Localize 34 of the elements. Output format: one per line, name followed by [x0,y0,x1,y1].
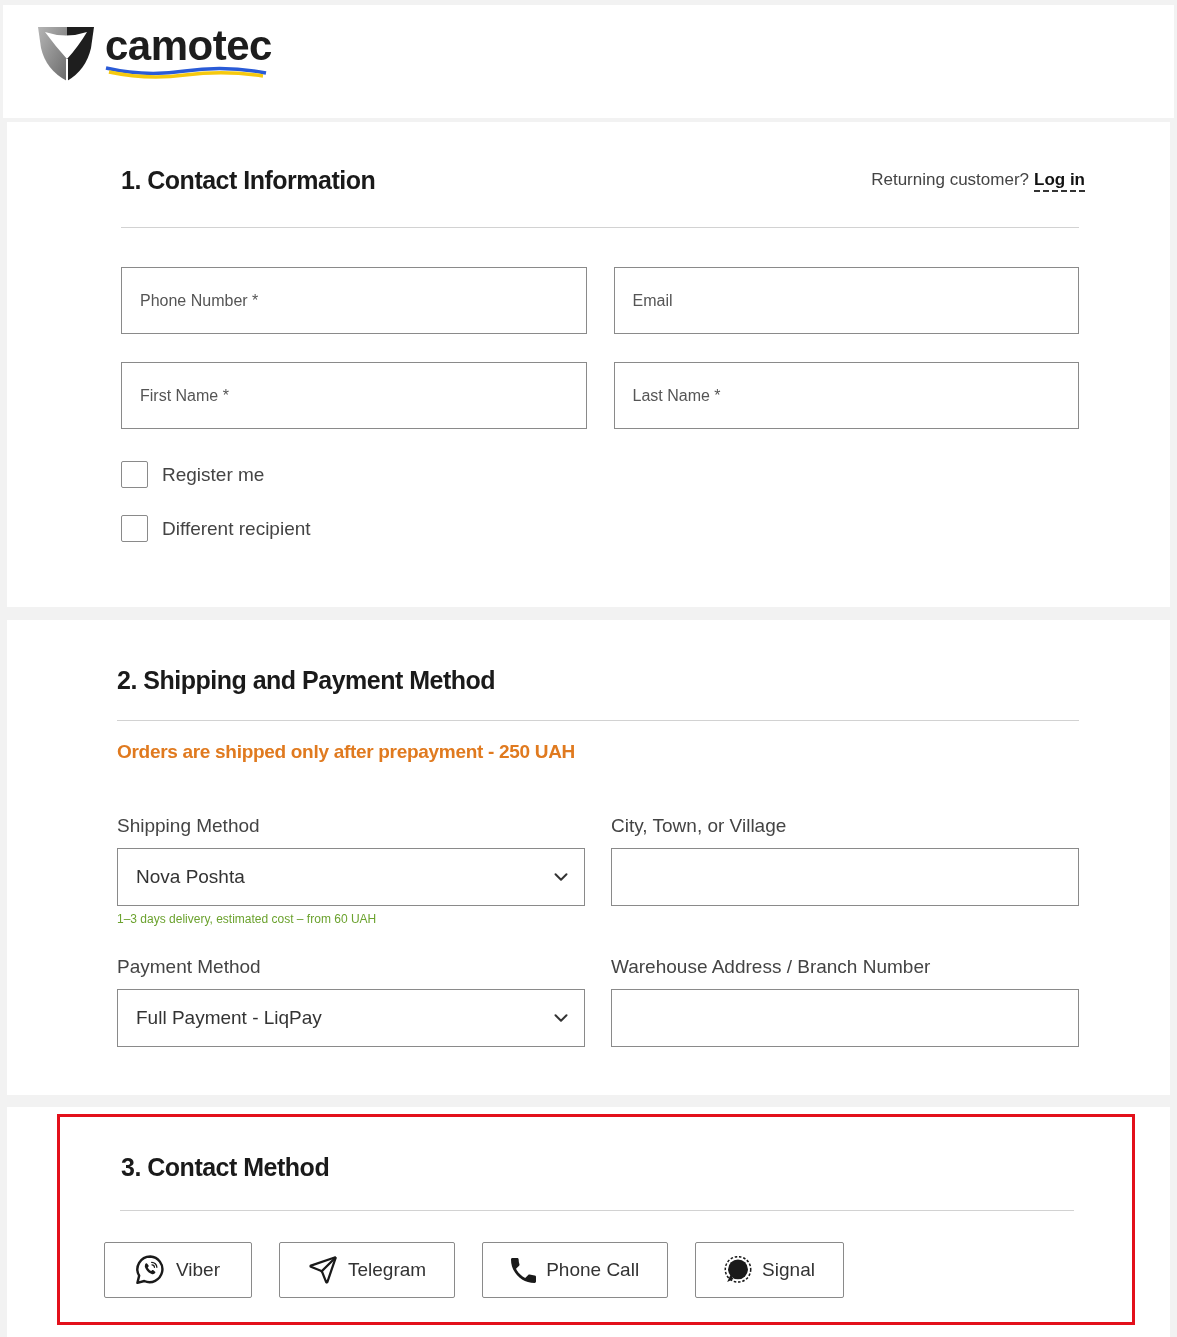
logo-text: camotec [105,27,272,65]
field-label: Shipping Method [117,814,261,838]
contact-option-button[interactable]: Phone Call [482,1242,669,1298]
delivery-hint: 1–3 days delivery, estimated cost – from 60 UAH [117,911,378,927]
input-field[interactable] [611,989,1079,1047]
returning-customer-text: Returning customer? [871,169,1029,192]
speech-bubble-icon [724,1256,753,1284]
contact-option-button[interactable]: Signal [695,1242,844,1298]
section-title: 1. Contact Information [121,165,376,196]
dropdown-select[interactable]: Full Payment - LiqPay [117,989,585,1047]
phone-bubble-icon [136,1255,166,1285]
checkbox[interactable] [121,461,148,488]
phone-icon [511,1257,537,1283]
dropdown-select[interactable]: Nova Poshta [117,848,585,906]
prepayment-notice: Orders are shipped only after prepayment - 250 UAH [117,740,577,764]
input-field[interactable]: Phone Number * [121,267,587,334]
login-link[interactable]: Log in [1034,170,1085,193]
field-label: City, Town, or Village [611,814,788,838]
contact-option-button[interactable]: Telegram [279,1242,456,1298]
contact-option-button[interactable]: Viber [104,1242,252,1298]
input-field[interactable]: Email [613,267,1079,334]
input-field[interactable] [611,848,1079,906]
checkbox[interactable] [121,515,148,542]
input-field[interactable]: First Name * [121,362,587,429]
field-label: Warehouse Address / Branch Number [611,955,932,979]
section-title: 3. Contact Method [121,1152,331,1183]
section-title: 2. Shipping and Payment Method [117,665,497,696]
wave-stripe-icon [105,65,267,79]
input-field[interactable]: Last Name * [613,362,1079,429]
checkbox-label: Different recipient [162,516,311,541]
checkbox-label: Register me [162,462,265,487]
field-label: Payment Method [117,955,262,979]
paper-plane-icon [308,1255,338,1285]
shield-logo-icon [37,26,95,82]
